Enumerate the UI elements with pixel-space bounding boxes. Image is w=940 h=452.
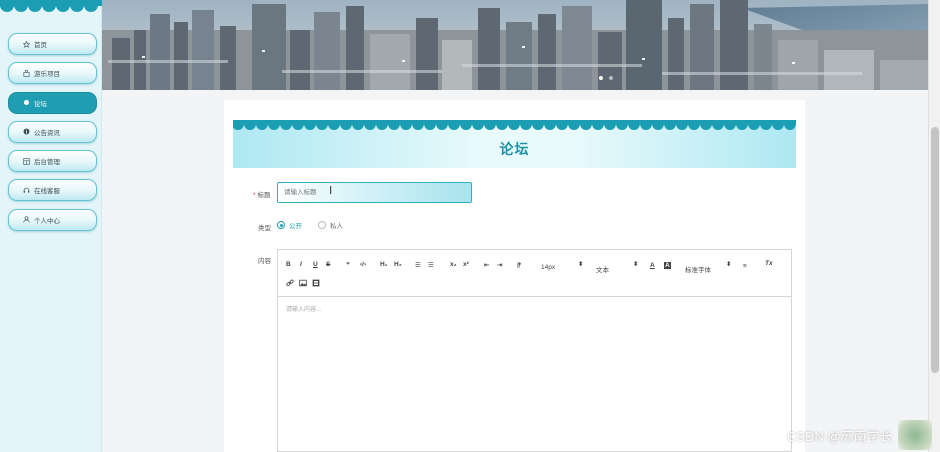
radio-circle [318,221,326,229]
font-size-select[interactable]: 14px [541,264,555,271]
carousel-dot[interactable] [609,76,613,80]
sidebar-item-attractions[interactable]: 游乐项目 [8,62,97,85]
chevron-updown-icon[interactable]: ⬍ [633,260,638,268]
type-label: 类型 [258,225,271,232]
grid-icon [23,158,30,165]
font-color-button[interactable]: A [650,262,655,269]
image-icon[interactable] [299,279,307,289]
bold-button[interactable]: B [286,261,291,268]
carousel-indicators [599,76,613,80]
scallop-border [0,0,102,12]
rich-text-editor: B I U S ❞ ‹/› H₁ H₂ ☰ ☰ x₂ x² ⇤ ⇥ ⁋ 14px… [277,249,792,452]
font-family-select[interactable]: 标准字体 [685,264,711,274]
italic-button[interactable]: I [300,261,302,268]
sidebar-item-profile[interactable]: 个人中心 [8,208,97,231]
sidebar-item-label: 公告资讯 [34,129,60,137]
editor-content-area[interactable]: 请输入内容... [286,304,321,313]
scrollbar-thumb[interactable] [931,127,939,373]
superscript-button[interactable]: x² [463,261,469,268]
sidebar-item-admin[interactable]: 后台管理 [8,150,97,173]
chevron-updown-icon[interactable]: ⬍ [578,260,583,268]
title-input[interactable] [277,182,472,203]
ordered-list-button[interactable]: ☰ [415,261,421,269]
user-icon [23,216,30,223]
code-button[interactable]: ‹/› [360,261,366,268]
forum-form-card: 论坛 *标题 I 类型 公开 私人 内容 B I U S ❞ ‹/› H₁ H₂… [224,100,805,452]
title-banner: 论坛 [233,120,796,168]
sidebar-item-support[interactable]: 在线客服 [8,179,97,202]
type-radio-public[interactable]: 公开 [277,220,302,230]
sidebar-item-label: 个人中心 [34,217,60,225]
header-select[interactable]: 文本 [596,264,609,274]
sidebar-item-label: 首页 [34,42,47,49]
sidebar: 首页 游乐项目 论坛 公告资讯 后台管理 在线客服 个人中心 [0,0,102,452]
editor-toolbar: B I U S ❞ ‹/› H₁ H₂ ☰ ☰ x₂ x² ⇤ ⇥ ⁋ 14px… [278,250,791,297]
sidebar-item-label: 在线客服 [34,188,60,196]
bag-icon [23,69,30,77]
sidebar-item-label: 论坛 [34,100,47,108]
strike-button[interactable]: S [326,261,330,268]
align-button[interactable]: ≡ [743,263,747,270]
content-label: 内容 [258,258,271,265]
watermark: CSDN @苏南学长 [787,429,893,444]
sidebar-item-news[interactable]: 公告资讯 [8,120,97,143]
page-scrollbar[interactable] [928,0,940,452]
h2-button[interactable]: H₂ [394,261,402,268]
bullet-list-button[interactable]: ☰ [428,261,434,269]
headset-icon [23,187,30,194]
outdent-button[interactable]: ⇤ [484,261,489,269]
type-radio-private[interactable]: 私人 [318,220,343,230]
indent-button[interactable]: ⇥ [497,261,502,269]
subscript-button[interactable]: x₂ [450,261,457,268]
video-icon[interactable] [312,279,320,289]
text-cursor-icon: I [329,184,333,197]
title-label: * 标题 [253,192,271,199]
underline-button[interactable]: U [313,261,318,268]
dot-icon [23,99,30,106]
chevron-updown-icon[interactable]: ⬍ [726,260,731,268]
sidebar-item-forum[interactable]: 论坛 [8,91,97,114]
sidebar-item-home[interactable]: 首页 [8,33,97,55]
clean-format-button[interactable]: Tx [765,260,773,267]
carousel-dot[interactable] [599,76,603,80]
background-color-button[interactable]: A [664,262,671,269]
page-title: 论坛 [499,141,530,157]
link-icon[interactable] [286,279,294,289]
required-mark: * [253,192,256,199]
sidebar-item-label: 后台管理 [34,159,60,167]
h1-button[interactable]: H₁ [380,261,387,268]
direction-button[interactable]: ⁋ [517,261,521,269]
star-icon [23,40,30,48]
city-skyline-image [102,0,928,90]
sidebar-nav: 首页 游乐项目 论坛 公告资讯 后台管理 在线客服 个人中心 [8,33,97,238]
banner-carousel[interactable] [102,0,928,90]
type-radio-group: 公开 私人 [277,220,359,230]
radio-circle [277,221,285,229]
info-icon [23,128,30,135]
sidebar-item-label: 游乐项目 [34,71,60,79]
watermark-background [898,420,932,450]
quote-button[interactable]: ❞ [346,261,350,269]
scallop-border [233,120,796,130]
